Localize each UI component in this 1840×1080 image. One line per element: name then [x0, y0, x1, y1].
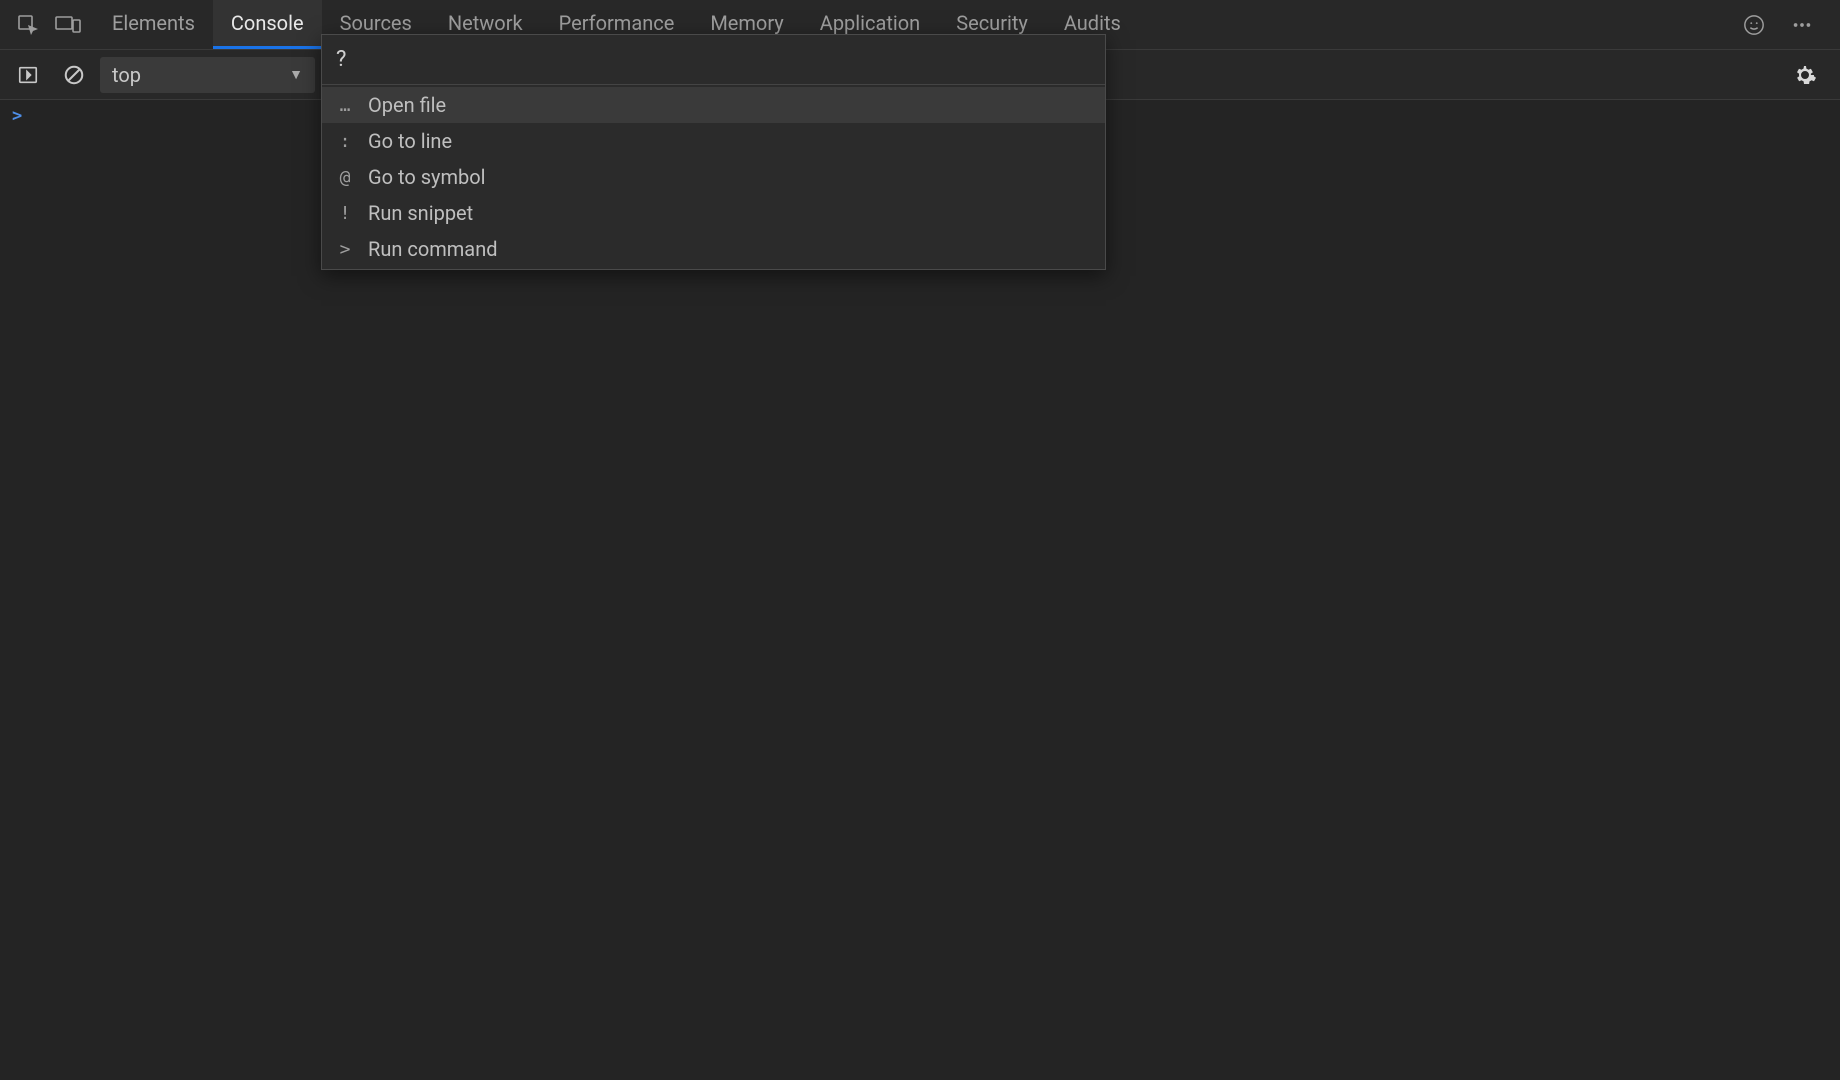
command-menu-list: … Open file : Go to line @ Go to symbol … — [322, 85, 1105, 269]
command-prefix: > — [336, 239, 354, 260]
console-settings-icon[interactable] — [1792, 55, 1832, 95]
command-menu-item-run-command[interactable]: > Run command — [322, 231, 1105, 267]
tab-label: Application — [820, 11, 920, 35]
command-label: Run snippet — [368, 201, 473, 225]
top-right-icons — [1734, 5, 1832, 45]
device-toggle-icon[interactable] — [48, 5, 88, 45]
command-menu-input-row — [322, 35, 1105, 85]
command-label: Go to symbol — [368, 165, 486, 189]
command-menu-item-goto-symbol[interactable]: @ Go to symbol — [322, 159, 1105, 195]
command-prefix: @ — [336, 167, 354, 188]
command-menu-input[interactable] — [336, 47, 1091, 72]
toggle-sidebar-icon[interactable] — [8, 55, 48, 95]
tab-label: Sources — [340, 11, 412, 35]
execution-context-select[interactable]: top ▼ — [100, 57, 315, 93]
command-prefix: … — [336, 95, 354, 116]
tab-label: Elements — [112, 11, 195, 35]
command-label: Open file — [368, 93, 446, 117]
more-options-icon[interactable] — [1782, 5, 1822, 45]
tab-elements[interactable]: Elements — [94, 0, 213, 49]
chevron-down-icon: ▼ — [289, 66, 303, 83]
command-menu-item-open-file[interactable]: … Open file — [322, 87, 1105, 123]
tab-label: Console — [231, 11, 304, 35]
smiley-feedback-icon[interactable] — [1734, 5, 1774, 45]
command-menu-item-goto-line[interactable]: : Go to line — [322, 123, 1105, 159]
context-selected-label: top — [112, 63, 141, 87]
prompt-symbol: > — [12, 106, 22, 126]
command-prefix: ! — [336, 203, 354, 224]
inspect-element-icon[interactable] — [8, 5, 48, 45]
tab-label: Audits — [1064, 11, 1121, 35]
command-prefix: : — [336, 131, 354, 152]
tab-label: Performance — [559, 11, 675, 35]
tab-console[interactable]: Console — [213, 0, 322, 49]
command-menu: … Open file : Go to line @ Go to symbol … — [321, 34, 1106, 270]
command-label: Go to line — [368, 129, 452, 153]
tab-label: Memory — [710, 11, 783, 35]
command-label: Run command — [368, 237, 498, 261]
tab-label: Network — [448, 11, 523, 35]
tab-label: Security — [956, 11, 1028, 35]
clear-console-icon[interactable] — [54, 55, 94, 95]
command-menu-item-run-snippet[interactable]: ! Run snippet — [322, 195, 1105, 231]
